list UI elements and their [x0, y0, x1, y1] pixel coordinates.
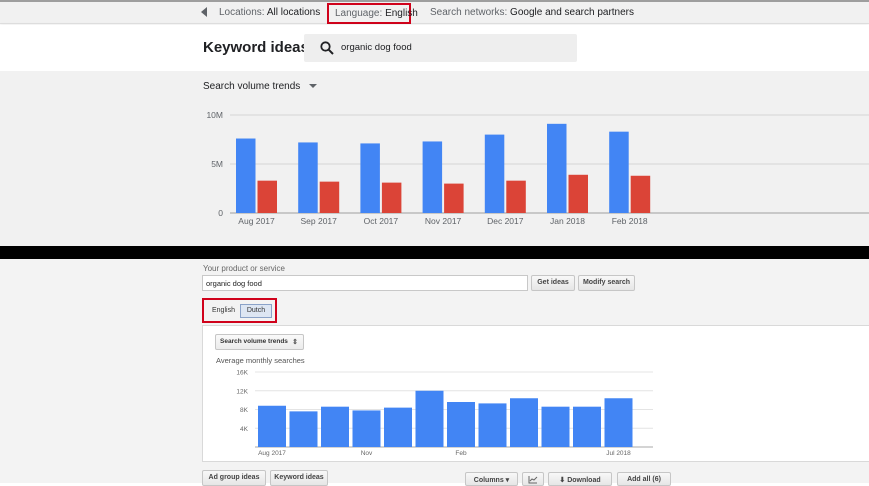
- filter-bar: Locations: All locations Language: Engli…: [0, 2, 869, 24]
- bar: [258, 405, 286, 447]
- bar: [352, 410, 381, 447]
- x-tick-label: Nov 2017: [425, 216, 462, 226]
- bar-blue: [298, 142, 318, 213]
- keyword-search-box[interactable]: organic dog food: [304, 34, 577, 62]
- bar: [321, 406, 349, 447]
- x-tick-label: Aug 2017: [258, 450, 286, 457]
- bar-blue: [360, 143, 380, 213]
- bar: [478, 403, 507, 447]
- bar: [447, 402, 475, 447]
- locations-key: Locations:: [219, 7, 265, 18]
- search-volume-chart: 10M 5M 0 Aug 2017 Sep 2017 Oct 2017 Nov 2017 De…: [206, 110, 869, 226]
- language-filter[interactable]: Language: English: [327, 3, 418, 24]
- bar: [510, 398, 538, 447]
- bar-blue: [609, 131, 629, 213]
- networks-filter[interactable]: Search networks: Google and search partn…: [430, 7, 634, 18]
- chart-toggle-button[interactable]: [522, 472, 544, 486]
- y-tick-label: 4K: [240, 426, 249, 433]
- get-ideas-button[interactable]: Get ideas: [531, 275, 575, 291]
- y-tick-label: 8K: [240, 407, 249, 414]
- keyword-ideas-tab[interactable]: Keyword ideas: [270, 470, 328, 486]
- bar-red: [319, 181, 340, 213]
- bar-blue: [422, 141, 443, 213]
- bar: [289, 411, 318, 447]
- x-tick-label: Dec 2017: [487, 216, 524, 226]
- bar: [573, 406, 601, 447]
- locations-filter[interactable]: Locations: All locations: [219, 7, 320, 18]
- locations-value: All locations: [266, 7, 321, 18]
- networks-key: Search networks:: [430, 7, 508, 18]
- bar-red: [257, 180, 277, 213]
- y-tick-label: 0: [218, 208, 223, 218]
- image-divider: [0, 246, 869, 259]
- y-tick-label: 12K: [236, 388, 248, 395]
- x-tick-label: Aug 2017: [238, 216, 275, 226]
- bar-red: [630, 175, 651, 213]
- x-tick-label: Sep 2017: [300, 216, 337, 226]
- x-tick-label: Feb 2018: [612, 216, 648, 226]
- english-option[interactable]: English: [212, 307, 235, 314]
- search-input[interactable]: organic dog food: [341, 42, 412, 53]
- old-keyword-planner: Your product or service organic dog food…: [0, 259, 869, 486]
- bar: [415, 390, 444, 447]
- x-tick-label: Jul 2018: [606, 450, 631, 457]
- product-label: Your product or service: [203, 264, 285, 273]
- x-tick-label: Feb: [455, 450, 467, 457]
- modify-search-button[interactable]: Modify search: [578, 275, 635, 291]
- y-tick-label: 5M: [211, 159, 223, 169]
- x-tick-label: Oct 2017: [364, 216, 399, 226]
- add-all-button[interactable]: Add all (6): [617, 472, 671, 486]
- bar: [541, 406, 570, 447]
- y-tick-label: 10M: [206, 110, 223, 120]
- y-tick-label: 16K: [236, 370, 248, 377]
- monthly-searches-chart: 16K 12K 8K 4K Aug 2017 Nov Feb Jul 2018: [236, 370, 653, 457]
- networks-value: Google and search partners: [510, 7, 635, 18]
- product-input[interactable]: organic dog food: [202, 275, 528, 291]
- trend-panel: Search volume trends 10M 5M 0 Aug 2017 Sep 2…: [0, 71, 869, 246]
- bar: [604, 398, 633, 447]
- download-button[interactable]: ⬇ Download: [548, 472, 612, 486]
- language-value: English: [385, 8, 418, 19]
- bar-blue: [547, 123, 567, 213]
- bar-red: [381, 182, 402, 213]
- bar-blue: [236, 138, 256, 213]
- ad-group-ideas-tab[interactable]: Ad group ideas: [202, 470, 266, 486]
- dutch-option[interactable]: Dutch: [240, 304, 272, 318]
- search-icon: [320, 41, 334, 55]
- trend-chart-panel: Search volume trends ⇕ Average monthly s…: [202, 325, 869, 462]
- bar: [384, 407, 412, 447]
- keyword-ideas-header: Keyword ideas organic dog food: [0, 25, 869, 71]
- bar-red: [568, 174, 588, 213]
- bar-red: [506, 180, 526, 213]
- columns-button[interactable]: Columns ▾: [465, 472, 518, 486]
- page-title: Keyword ideas: [203, 39, 309, 56]
- collapse-arrow-icon[interactable]: [199, 6, 209, 18]
- language-key: Language:: [335, 8, 383, 19]
- x-tick-label: Nov: [361, 450, 373, 457]
- x-tick-label: Jan 2018: [550, 216, 585, 226]
- bar-blue: [484, 134, 505, 213]
- bar-red: [444, 183, 464, 213]
- language-toggle: English Dutch: [202, 298, 277, 323]
